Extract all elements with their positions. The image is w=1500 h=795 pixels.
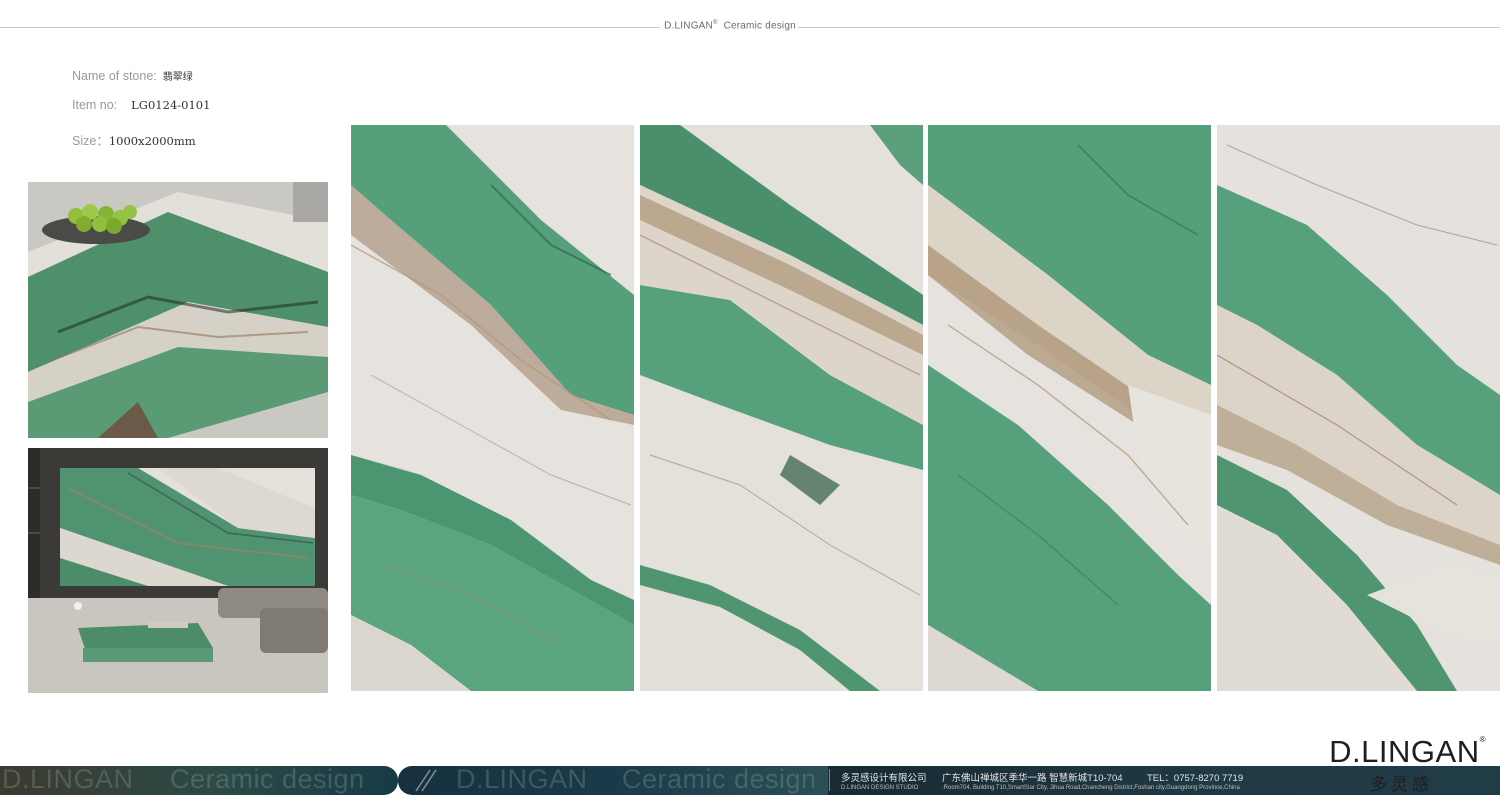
footer-ghost-tagline-1: Ceramic design (170, 766, 365, 794)
spec-size-row: Size：1000x2000mm (72, 130, 196, 149)
footer-ghost-brand-2: D.LINGAN (456, 766, 588, 794)
footer-studio-en: D.LINGAN DESIGN STUDIO (841, 785, 919, 791)
header-brand-mark: ® (712, 20, 718, 26)
header-rule-left (0, 27, 660, 28)
footer-telephone: TEL：0757-8270 7719 (1147, 773, 1244, 784)
spec-name-row: Name of stone: 翡翠绿 (72, 68, 193, 83)
header-rule-right (798, 27, 1500, 28)
footer-address-en: .Room704, Building T10,SmartStar City, J… (942, 785, 1240, 791)
header-brand: D.LINGAN® Ceramic design (662, 20, 798, 31)
footer-ghost-tagline-2: Ceramic design (622, 766, 817, 794)
spec-name-value: 翡翠绿 (162, 72, 193, 83)
slab-panel-4 (1217, 125, 1500, 691)
footer-ghost-brand-1: D.LINGAN (2, 766, 134, 794)
spec-name-label: Name of stone: (72, 69, 157, 83)
brand-logo-chinese: 多灵感 (1370, 775, 1433, 794)
spec-size-label: Size： (72, 134, 109, 148)
slab-panel-1 (351, 125, 634, 691)
spec-item-value: LG0124-0101 (131, 98, 211, 112)
table-application-photo (28, 182, 328, 438)
brand-logo: D.LINGAN® (1329, 734, 1486, 769)
header-tagline: Ceramic design (723, 20, 796, 32)
footer-band-middle: D.LINGAN Ceramic design (398, 766, 828, 795)
spec-item-label: Item no: (72, 98, 118, 112)
footer-address-cn: 广东佛山禅城区季华一路 智慧新城T10-704 (942, 773, 1123, 784)
brand-logo-mark: ® (1479, 735, 1486, 744)
footer-band-left: D.LINGAN Ceramic design (0, 766, 398, 795)
footer-divider (829, 769, 830, 791)
spec-size-value: 1000x2000mm (108, 134, 196, 148)
spec-item-row: Item no: LG0124-0101 (72, 98, 210, 112)
header-brand-name: D.LINGAN (664, 20, 713, 32)
slab-panel-2 (640, 125, 923, 691)
living-room-application-photo (28, 448, 328, 693)
footer-company-cn: 多灵感设计有限公司 (841, 773, 927, 784)
slash-decoration-icon (415, 769, 437, 792)
brand-logo-text: D.LINGAN (1329, 734, 1480, 769)
slab-panel-3 (928, 125, 1211, 691)
